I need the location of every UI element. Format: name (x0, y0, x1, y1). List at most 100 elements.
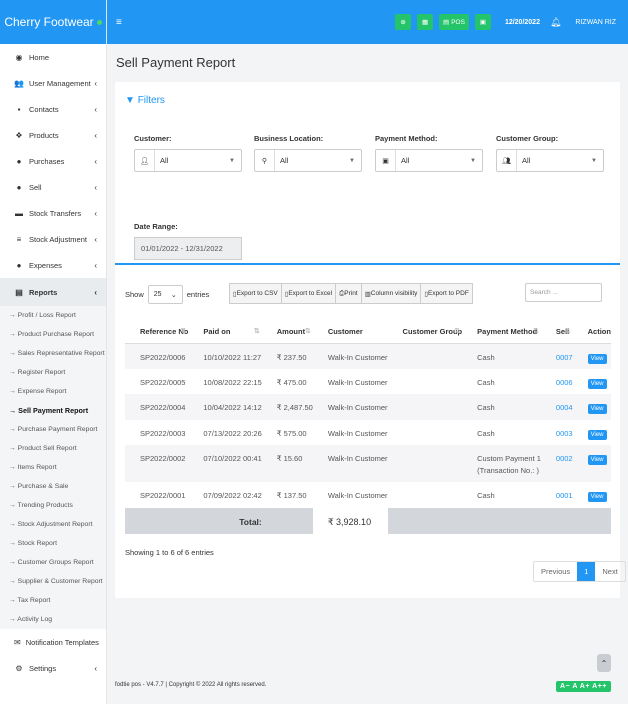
submenu-item-activity-log[interactable]: → Activity Log (0, 610, 106, 629)
submenu-item-profit-loss[interactable]: → Profit / Loss Report (0, 306, 106, 325)
scroll-to-top-button[interactable]: ⌃ (597, 654, 611, 672)
column-visibility-button[interactable]: ▥ Column visibility (362, 284, 422, 303)
sidebar: Cherry Footwear ◉ Home 👥 User Management ‹ … (0, 0, 107, 704)
sidebar-item-sell[interactable]: ● Sell ‹ (0, 174, 106, 200)
print-label: Print (344, 290, 358, 297)
sidebar-item-stock-transfers[interactable]: ▬ Stock Transfers ‹ (0, 200, 106, 226)
sidebar-item-label: Purchases (29, 156, 65, 166)
submenu-item-items[interactable]: → Items Report (0, 458, 106, 477)
cell-amount: ₹ 2,487.50 (261, 394, 313, 420)
sidebar-item-label: Contacts (29, 104, 59, 114)
previous-page-button[interactable]: Previous (534, 562, 577, 581)
business-location-label: Business Location: (254, 134, 324, 143)
sidebar-item-user-management[interactable]: 👥 User Management ‹ (0, 70, 106, 96)
export-excel-button[interactable]: ▯ Export to Excel (282, 284, 337, 303)
submenu-item-stock-adjustment[interactable]: → Stock Adjustment Report (0, 515, 106, 534)
submenu-item-supplier-customer[interactable]: → Supplier & Customer Report (0, 572, 106, 591)
sell-link[interactable]: 0003 (541, 420, 573, 446)
sidebar-item-label: User Management (29, 78, 91, 88)
show-label: Show (125, 290, 144, 299)
view-button[interactable]: View (587, 455, 607, 465)
pos-button[interactable]: ▤ POS (439, 14, 469, 30)
sort-icon: ⇅ (564, 327, 571, 335)
column-header-amount[interactable]: Amount ⇅ (261, 320, 313, 344)
submenu-item-register[interactable]: → Register Report (0, 363, 106, 382)
sidebar-item-notification-templates[interactable]: ✉ Notification Templates (0, 629, 106, 655)
calculator-button[interactable]: ▦ (417, 14, 434, 30)
sidebar-item-stock-adjustment[interactable]: ≡ Stock Adjustment ‹ (0, 226, 106, 252)
sidebar-item-label: Reports (29, 287, 58, 297)
cell-payment-method: Cash (477, 491, 495, 500)
total-spacer (125, 507, 189, 534)
next-page-button[interactable]: Next (595, 562, 624, 581)
business-location-select[interactable]: ⚲ All ▼ (254, 149, 362, 172)
export-csv-button[interactable]: ▯ Export to CSV (230, 284, 282, 303)
cell-customer: Walk-In Customer (312, 343, 388, 369)
sell-link[interactable]: 0001 (541, 482, 573, 508)
submenu-item-trending[interactable]: → Trending Products (0, 496, 106, 515)
column-header-reference[interactable]: Reference No ⇅ (125, 320, 189, 344)
sell-link[interactable]: 0006 (541, 369, 573, 395)
sidebar-item-home[interactable]: ◉ Home (0, 44, 106, 70)
submenu-item-product-sell[interactable]: → Product Sell Report (0, 439, 106, 458)
sell-link[interactable]: 0002 (540, 445, 573, 482)
column-header-sell[interactable]: Sell ⇅ (540, 320, 573, 344)
cell-payment-method: Cash (477, 377, 495, 387)
brand-logo[interactable]: Cherry Footwear (0, 0, 106, 44)
sidebar-item-settings[interactable]: ⚙ Settings ‹ (0, 655, 106, 681)
submenu-item-customer-groups[interactable]: → Customer Groups Report (0, 553, 106, 572)
payment-method-select[interactable]: ▣ All ▼ (375, 149, 483, 172)
view-button[interactable]: View (587, 353, 607, 364)
submenu-item-tax[interactable]: → Tax Report (0, 591, 106, 610)
cell-amount: ₹ 575.00 (276, 428, 307, 438)
chevron-left-icon: ‹ (94, 260, 97, 270)
submenu-item-purchase-sale[interactable]: → Purchase & Sale (0, 477, 106, 496)
customer-group-select[interactable]: 👥︎ All ▼ (496, 149, 604, 172)
filters-toggle[interactable]: ▼ Filters (125, 95, 165, 106)
column-header-customer[interactable]: Customer (312, 320, 388, 344)
bell-icon[interactable]: 🔔︎ (550, 17, 561, 28)
add-circle-button[interactable]: ⊕ (395, 14, 412, 30)
font-size-control[interactable]: A− A A+ A++ (556, 681, 611, 692)
cell-customer-group (388, 482, 463, 508)
chevron-left-icon: ‹ (94, 234, 97, 244)
header-label: Action (587, 326, 611, 336)
user-menu[interactable]: RIZWAN RIZ (575, 19, 616, 26)
table-row: SP2022/0005 10/08/2022 22:15 ₹ 475.00 Wa… (125, 369, 611, 395)
column-header-payment-method[interactable]: Payment Method ⇅ (462, 320, 541, 344)
view-button[interactable]: View (587, 404, 607, 414)
sidebar-item-contacts[interactable]: ▪ Contacts ‹ (0, 96, 106, 122)
location-value: All (280, 156, 289, 165)
brand-name: Cherry Footwear (4, 15, 94, 29)
submenu-item-sell-payment[interactable]: → Sell Payment Report (0, 401, 106, 420)
export-excel-label: Export to Excel (288, 290, 333, 297)
sell-link[interactable]: 0007 (540, 343, 573, 369)
submenu-item-expense[interactable]: → Expense Report (0, 382, 106, 401)
view-button[interactable]: View (587, 492, 607, 502)
submenu-item-purchase-payment[interactable]: → Purchase Payment Report (0, 420, 106, 439)
cell-action: View (573, 482, 611, 508)
view-button[interactable]: View (587, 378, 607, 389)
date-range-input[interactable]: 01/01/2022 - 12/31/2022 (134, 237, 242, 260)
submenu-item-stock[interactable]: → Stock Report (0, 534, 106, 553)
sell-link[interactable]: 0004 (540, 394, 573, 420)
column-header-paid-on[interactable]: Paid on ⇅ (188, 320, 262, 344)
sidebar-item-purchases[interactable]: ● Purchases ‹ (0, 148, 106, 174)
hamburger-menu-icon[interactable]: ≡ (116, 17, 122, 28)
sidebar-item-products[interactable]: ❖ Products ‹ (0, 122, 106, 148)
search-input[interactable]: Search ... (525, 283, 602, 302)
submenu-item-product-purchase[interactable]: → Product Purchase Report (0, 325, 106, 344)
sidebar-item-reports[interactable]: ▤ Reports ‹ (0, 278, 106, 306)
customer-select[interactable]: 👤︎ All ▼ (134, 149, 242, 172)
view-button[interactable]: View (587, 429, 607, 440)
print-button[interactable]: ⎙ Print (336, 284, 362, 303)
sidebar-item-expenses[interactable]: ● Expenses ‹ (0, 252, 106, 278)
page-1-button[interactable]: 1 (577, 562, 596, 581)
sell-payment-table: Reference No ⇅ Paid on ⇅ Amount ⇅ Customer … (125, 320, 611, 534)
chevron-left-icon: ‹ (94, 78, 97, 88)
export-pdf-button[interactable]: ▯ Export to PDF (421, 284, 471, 303)
entries-select[interactable]: 25 ⌄ (147, 285, 183, 304)
submenu-item-sales-rep[interactable]: → Sales Representative Report (0, 344, 106, 363)
cash-register-button[interactable]: ▣ (474, 14, 491, 30)
column-header-customer-group[interactable]: Customer Group ⇅ (387, 320, 463, 344)
